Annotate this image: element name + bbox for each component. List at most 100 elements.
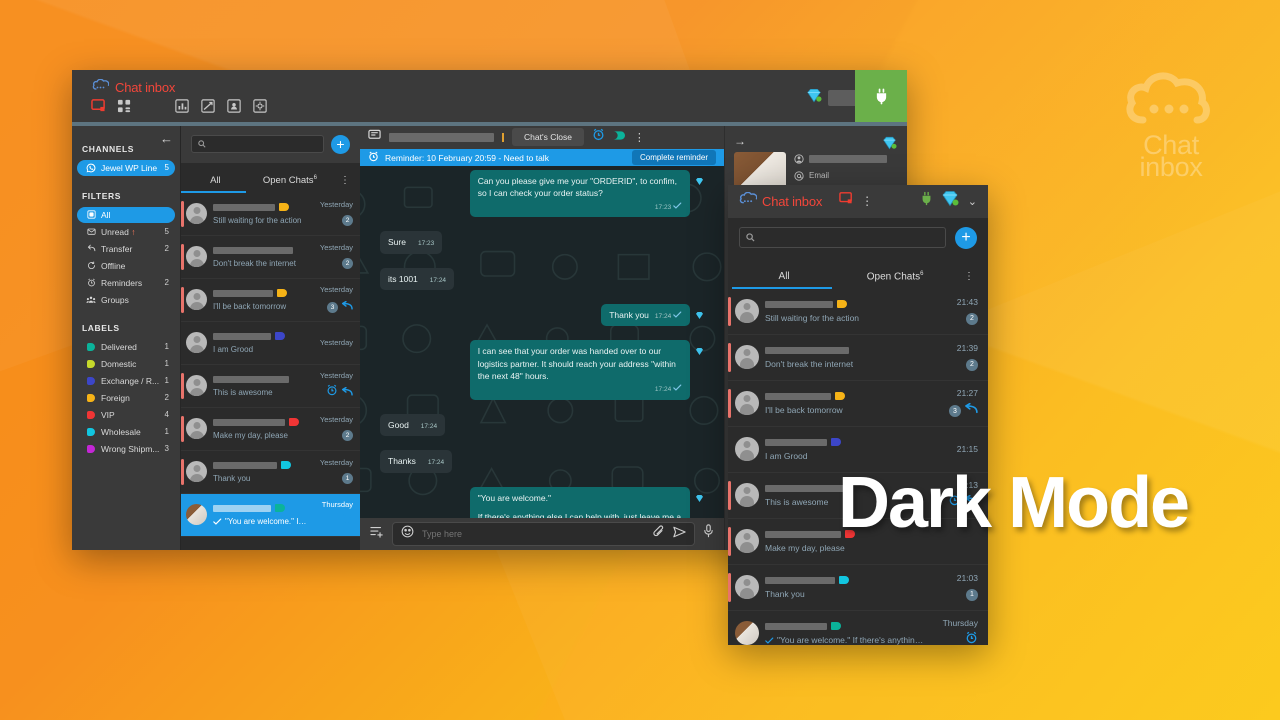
chat-row-time: Thursday [942,617,978,628]
label-tag-icon [831,438,841,447]
chat-list-row[interactable]: I am Grood Yesterday [181,322,360,365]
label-tag-icon [839,576,849,585]
chat-row-preview: This is awesome [213,388,273,398]
chat-list-row[interactable]: Don't break the internet Yesterday 2 [181,236,360,279]
watermark-logo: Chat inbox [1112,62,1230,181]
overlay-tab-open-chats[interactable]: Open Chats6 [828,271,962,289]
chat-list-row[interactable]: Don't break the internet 21:39 2 [728,335,988,381]
diamond-icon[interactable] [882,136,897,155]
search-icon [746,229,755,247]
messages-area: Can you please give me your "ORDERID", t… [360,166,724,518]
emoji-icon[interactable] [401,525,414,543]
detail-collapse-button[interactable]: → [734,134,898,148]
message-input[interactable] [422,528,645,539]
chat-row-right: Thursday [313,500,353,530]
label-color-dot [86,410,96,420]
analytics-icon[interactable] [200,98,216,114]
search-box[interactable] [191,135,324,154]
chat-list-row[interactable]: Thank you 21:03 1 [728,565,988,611]
chat-row-name [213,288,307,298]
send-icon[interactable] [673,525,686,543]
sidebar-collapse-button[interactable]: ← [160,131,173,146]
chat-row-right: Yesterday 2 [313,415,353,442]
sidebar-item-vip[interactable]: VIP 4 [77,407,175,423]
chat-row-main: Make my day, please [213,417,307,440]
sidebar-item-count: 2 [164,244,169,254]
chat-list-row[interactable]: I'll be back tomorrow Yesterday 3 [181,279,360,322]
sidebar-item-exchange-r[interactable]: Exchange / R... 1 [77,373,175,389]
chevron-down-icon[interactable]: ⌄ [968,195,977,208]
chat-list-row[interactable]: I'll be back tomorrow 21:27 3 [728,381,988,427]
sidebar-item-jewel-wp-line[interactable]: Jewel WP Line 5 [77,159,175,176]
attach-icon[interactable] [653,525,665,543]
grid-icon[interactable] [116,98,132,114]
chat-icon[interactable] [839,192,853,210]
message-type-box[interactable] [392,521,695,546]
chat-icon[interactable] [90,98,106,114]
overlay-kebab-icon[interactable]: ⋮ [861,194,873,208]
sidebar-item-delivered[interactable]: Delivered 1 [77,339,175,355]
chat-list-row[interactable]: Still waiting for the action Yesterday 2 [181,193,360,236]
template-icon[interactable] [370,525,384,543]
label-color-dot [86,376,96,386]
contact-name-redacted [765,530,841,538]
avatar [186,246,207,268]
overlay-tab-all[interactable]: All [731,271,833,289]
sidebar-item-wholesale[interactable]: Wholesale 1 [77,424,175,440]
chat-list-row[interactable]: "You are welcome." If there's any... Thur… [181,493,360,537]
sidebar-item-offline[interactable]: Offline [77,258,175,274]
chat-list-row[interactable]: Thank you Yesterday 1 [181,451,360,494]
chat-row-main: Don't break the internet [765,345,926,369]
diamond-icon[interactable] [806,88,822,108]
message-bubble: I can see that your order was handed ove… [469,340,690,400]
diamond-icon[interactable] [941,190,959,212]
sidebar-item-count: 1 [164,376,169,386]
overlay-tabs: All Open Chats6 ⋮ [728,257,988,289]
sidebar-item-label: Exchange / R... [101,375,160,386]
chat-list-row[interactable]: This is awesome Yesterday [181,365,360,408]
alarm-icon[interactable] [592,128,605,146]
sidebar-item-wrong-shipm[interactable]: Wrong Shipm... 3 [77,441,175,457]
search-input[interactable] [210,139,317,149]
overlay-window: Chat inbox ⋮ ⌄ + All Open Chats6 ⋮ Still… [728,185,988,645]
mic-icon[interactable] [703,524,714,543]
chat-row-preview: "You are welcome." If there's anything e… [765,635,926,645]
chat-list-kebab-icon[interactable]: ⋮ [338,175,352,193]
sidebar-item-transfer[interactable]: Transfer 2 [77,241,175,257]
unread-indicator [728,572,731,602]
plug-icon[interactable] [921,191,932,211]
sidebar-section-title: FILTERS [82,190,121,201]
avatar [735,621,759,645]
conversation-kebab-icon[interactable]: ⋮ [634,131,645,144]
cloud-icon [92,78,110,96]
tab-open-chats[interactable]: Open Chats6 [242,175,338,193]
add-chat-button[interactable]: + [331,134,350,154]
chart-icon[interactable] [174,98,190,114]
chat-list-row[interactable]: "You are welcome." If there's anything e… [728,611,988,645]
overlay-search-box[interactable] [739,227,946,249]
sidebar-item-groups[interactable]: Groups [77,292,175,308]
sidebar-item-reminders[interactable]: Reminders 2 [77,275,175,291]
chat-list-row[interactable]: Make my day, please Yesterday 2 [181,408,360,451]
sidebar-item-domestic[interactable]: Domestic 1 [77,356,175,372]
tab-all[interactable]: All [181,175,246,193]
sidebar-item-foreign[interactable]: Foreign 2 [77,390,175,406]
chat-row-preview: I am Grood [213,345,254,355]
plug-button[interactable] [855,70,907,122]
settings-icon[interactable] [252,98,268,114]
sidebar-item-unread[interactable]: Unread ↑ 5 [77,224,175,240]
chat-list-row[interactable]: Still waiting for the action 21:43 2 [728,289,988,335]
chats-close-button[interactable]: Chat's Close [512,128,584,147]
message-text: Thanks [388,456,416,467]
sidebar-item-all[interactable]: All [77,206,175,223]
overlay-add-chat-button[interactable]: + [955,226,977,249]
label-tag-icon[interactable] [613,128,626,146]
overlay-search-input[interactable] [759,232,939,243]
contact-icon[interactable] [226,98,242,114]
message-text: its 1001 [388,273,418,284]
chat-row-right: Thursday [932,618,978,645]
complete-reminder-button[interactable]: Complete reminder [631,150,716,166]
chat-row-main: I'll be back tomorrow [765,391,926,415]
overlay-kebab[interactable]: ⋮ [962,271,976,289]
chat-row-markers: 3 [313,294,353,315]
